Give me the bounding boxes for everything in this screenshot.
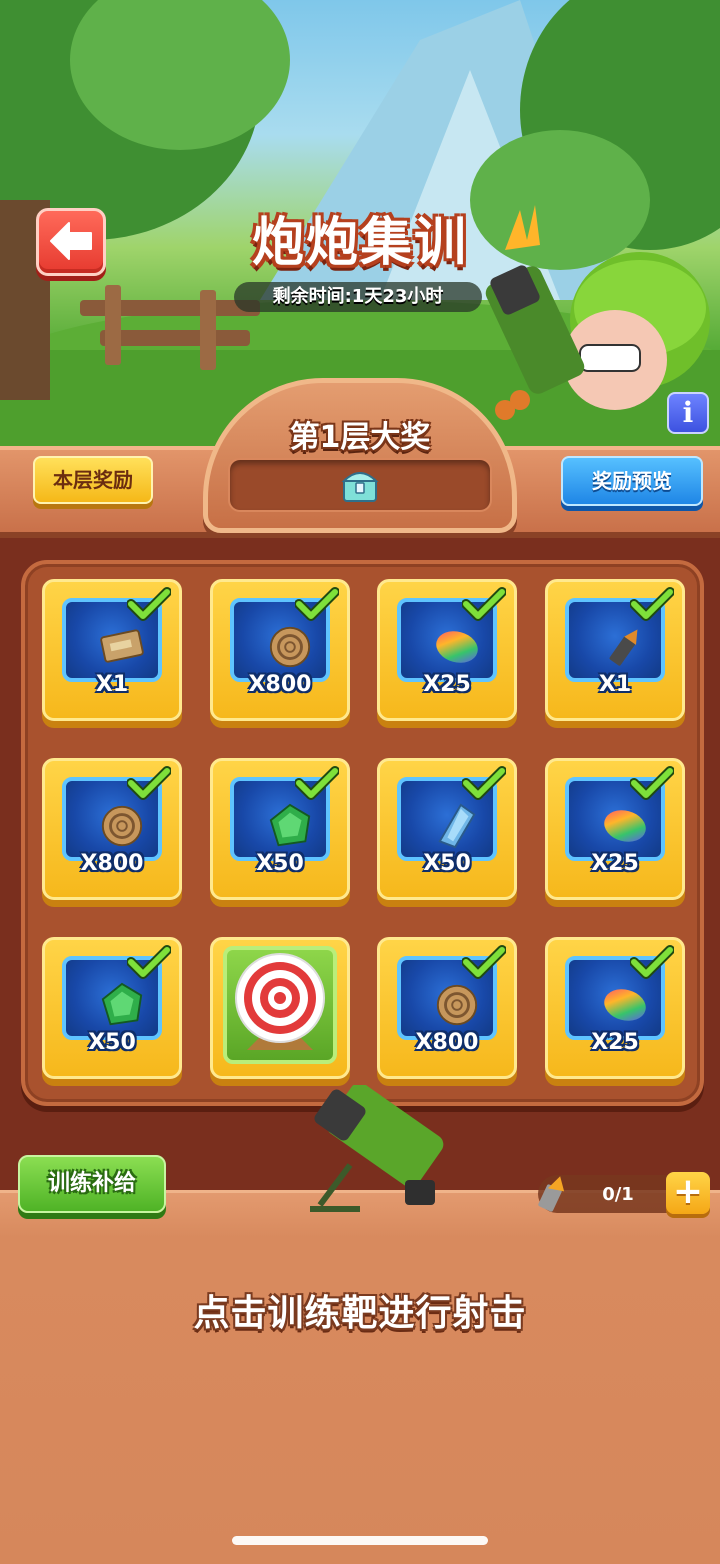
reward-cell[interactable]: X50 bbox=[42, 937, 182, 1079]
reward-quantity: X800 bbox=[415, 1030, 479, 1055]
home-indicator[interactable] bbox=[232, 1536, 488, 1545]
check-icon bbox=[462, 766, 506, 800]
reward-cell[interactable]: X25 bbox=[377, 579, 517, 721]
add-ammo-button[interactable]: + bbox=[666, 1172, 710, 1214]
rainbow-bean-icon bbox=[604, 810, 646, 842]
reward-cell[interactable]: X50 bbox=[377, 758, 517, 900]
training-target-cell[interactable] bbox=[210, 937, 350, 1079]
reward-preview-button[interactable]: 奖励预览 bbox=[561, 456, 703, 506]
reward-quantity: X25 bbox=[423, 672, 471, 697]
reward-cell[interactable]: X800 bbox=[210, 579, 350, 721]
blue-crystal-icon bbox=[438, 803, 476, 849]
check-icon bbox=[630, 945, 674, 979]
reward-quantity: X25 bbox=[591, 851, 639, 876]
rainbow-bean-icon bbox=[436, 631, 478, 663]
grand-prize-slot[interactable] bbox=[228, 458, 492, 512]
check-icon bbox=[295, 587, 339, 621]
back-arrow-icon bbox=[50, 222, 92, 260]
reward-cell[interactable]: X1 bbox=[42, 579, 182, 721]
reward-quantity: X1 bbox=[598, 672, 632, 697]
time-remaining: 剩余时间:1天23小时 bbox=[234, 282, 482, 312]
reward-cell[interactable]: X800 bbox=[377, 937, 517, 1079]
back-button[interactable] bbox=[36, 208, 106, 276]
ticket-icon bbox=[100, 629, 144, 663]
check-icon bbox=[462, 945, 506, 979]
reward-quantity: X50 bbox=[88, 1030, 136, 1055]
wood-coin-icon bbox=[101, 805, 143, 847]
wood-coin-icon bbox=[436, 984, 478, 1026]
check-icon bbox=[127, 766, 171, 800]
training-supply-button[interactable]: 训练补给 bbox=[18, 1155, 166, 1213]
treasure-chest-icon bbox=[341, 472, 379, 502]
reward-quantity: X50 bbox=[256, 851, 304, 876]
reward-quantity: X800 bbox=[248, 672, 312, 697]
rainbow-bean-icon bbox=[604, 989, 646, 1021]
check-icon bbox=[127, 587, 171, 621]
reward-cell[interactable]: X25 bbox=[545, 937, 685, 1079]
reward-quantity: X800 bbox=[80, 851, 144, 876]
reward-cell[interactable]: X800 bbox=[42, 758, 182, 900]
ammo-count: 0/1 bbox=[602, 1184, 634, 1205]
wood-coin-icon bbox=[269, 626, 311, 668]
bullet-icon bbox=[609, 629, 638, 666]
reward-cell[interactable]: X1 bbox=[545, 579, 685, 721]
green-gem-icon bbox=[101, 982, 143, 1026]
green-gem-icon bbox=[269, 803, 311, 847]
reward-quantity: X50 bbox=[423, 851, 471, 876]
reward-tile bbox=[223, 946, 337, 1064]
target-icon bbox=[235, 953, 325, 1050]
reward-quantity: X25 bbox=[591, 1030, 639, 1055]
check-icon bbox=[630, 766, 674, 800]
info-button[interactable]: i bbox=[667, 392, 709, 434]
instruction-text: 点击训练靶进行射击 bbox=[193, 1293, 527, 1334]
check-icon bbox=[295, 766, 339, 800]
grand-prize-title: 第1层大奖 bbox=[289, 420, 431, 455]
reward-cell[interactable]: X50 bbox=[210, 758, 350, 900]
floor-reward-button[interactable]: 本层奖励 bbox=[33, 456, 153, 504]
check-icon bbox=[127, 945, 171, 979]
bottom-panel bbox=[0, 1190, 720, 1564]
page-title: 炮炮集训 bbox=[251, 213, 468, 273]
cannon-icon bbox=[310, 1085, 444, 1212]
bullet-icon bbox=[538, 1176, 565, 1212]
check-icon bbox=[630, 587, 674, 621]
reward-quantity: X1 bbox=[95, 672, 129, 697]
reward-cell[interactable]: X25 bbox=[545, 758, 685, 900]
check-icon bbox=[462, 587, 506, 621]
